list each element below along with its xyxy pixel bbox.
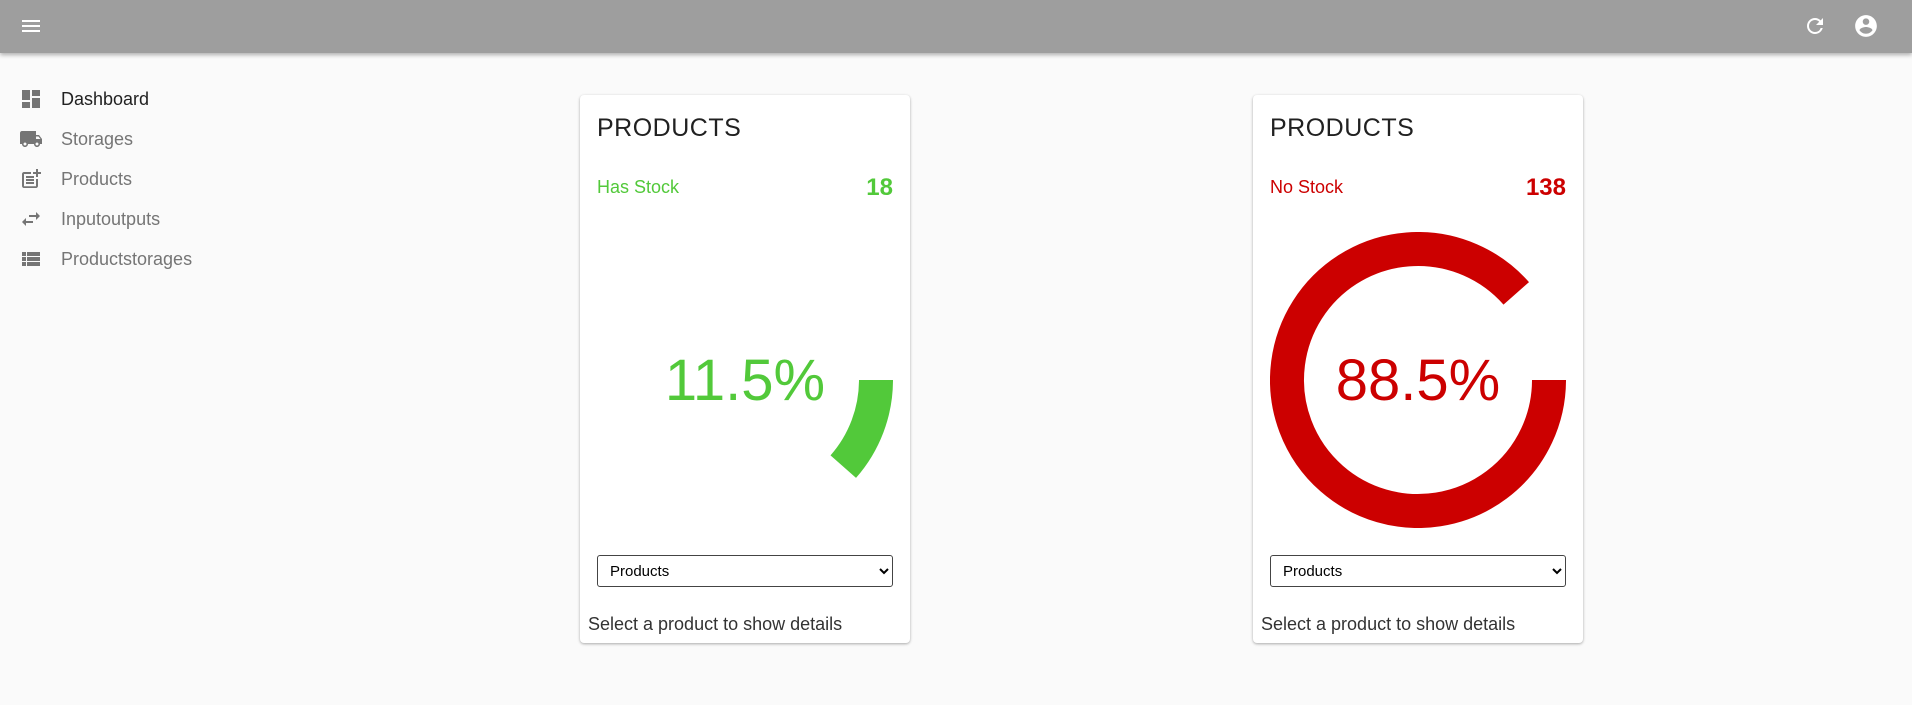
sidebar-item-storages[interactable]: Storages bbox=[0, 118, 260, 158]
sidebar-item-dashboard[interactable]: Dashboard bbox=[0, 78, 260, 118]
product-select[interactable]: Products bbox=[1270, 555, 1566, 587]
product-select[interactable]: Products bbox=[597, 555, 893, 587]
refresh-button[interactable] bbox=[1798, 9, 1832, 43]
sidebar-item-products[interactable]: Products bbox=[0, 158, 260, 198]
app-bar bbox=[0, 0, 1912, 53]
card-footer-hint: Select a product to show details bbox=[1261, 614, 1516, 634]
gauge-percentage: 11.5% bbox=[664, 347, 826, 413]
stat-label: Has Stock bbox=[597, 177, 680, 197]
stat-value: 18 bbox=[866, 174, 893, 201]
truck-icon bbox=[20, 131, 42, 147]
sidebar-item-label: Products bbox=[61, 169, 133, 189]
card-title: PRODUCTS bbox=[597, 114, 742, 142]
sidebar-item-productstorages[interactable]: Productstorages bbox=[0, 238, 260, 278]
refresh-icon bbox=[1807, 18, 1823, 34]
sidebar-nav: Dashboard Storages Products Inputoutputs… bbox=[0, 78, 260, 278]
stat-value: 138 bbox=[1525, 174, 1566, 201]
gauge-percentage: 88.5% bbox=[1335, 347, 1501, 413]
sidebar-item-label: Dashboard bbox=[61, 89, 150, 109]
products-has-stock-card: PRODUCTS Has Stock 18 11.5% Products Sel… bbox=[580, 95, 910, 643]
stat-label: No Stock bbox=[1270, 177, 1344, 197]
products-no-stock-card: PRODUCTS No Stock 138 88.5% Products Sel… bbox=[1253, 95, 1583, 643]
card-footer-hint: Select a product to show details bbox=[588, 614, 843, 634]
percentage-gauge: 88.5% bbox=[1270, 232, 1566, 528]
card-title: PRODUCTS bbox=[1270, 114, 1415, 142]
percentage-gauge: 11.5% bbox=[597, 232, 893, 528]
account-circle-icon bbox=[1855, 15, 1877, 37]
sidebar-item-inputoutputs[interactable]: Inputoutputs bbox=[0, 198, 260, 238]
menu-button[interactable] bbox=[14, 9, 48, 43]
account-button[interactable] bbox=[1849, 9, 1883, 43]
sidebar-item-label: Storages bbox=[61, 129, 134, 149]
menu-icon bbox=[22, 20, 40, 32]
sidebar-item-label: Productstorages bbox=[61, 249, 193, 269]
sidebar-item-label: Inputoutputs bbox=[61, 209, 161, 229]
swap-horiz-icon bbox=[22, 212, 40, 226]
post-add-icon bbox=[22, 169, 41, 188]
dashboard-icon bbox=[22, 90, 40, 108]
list-icon bbox=[22, 252, 40, 266]
